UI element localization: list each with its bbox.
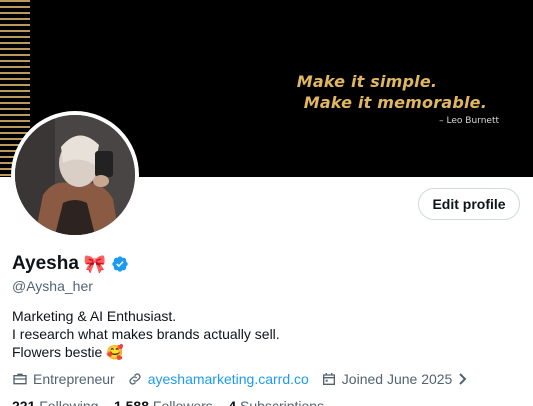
profile-bio: Marketing & AI Enthusiast. I research wh… [12,307,280,361]
followers-count: 1,588 [113,398,149,406]
avatar[interactable] [11,111,139,239]
profile-joined-label: Joined June 2025 [341,371,453,387]
profile-page: Make it simple. Make it memorable. – Leo… [0,0,533,406]
profile-meta: Entrepreneur ayeshamarketing.carrd.co Jo… [12,371,485,387]
chevron-right-icon [459,373,467,385]
profile-website[interactable]: ayeshamarketing.carrd.co [127,371,309,387]
profile-name: Ayesha [12,253,79,274]
bio-line: Flowers bestie 🥰 [12,344,124,360]
banner-quote-line1: Make it simple. [296,72,438,91]
banner-quote: Make it simple. Make it memorable. [297,72,487,112]
profile-name-row: Ayesha 🎀 [12,253,129,275]
profile-website-link[interactable]: ayeshamarketing.carrd.co [148,371,309,387]
briefcase-icon [13,373,27,385]
profile-category: Entrepreneur [12,371,115,387]
banner-quote-line2: Make it memorable. [303,93,487,112]
subscriptions-count: 4 [228,398,237,406]
subscriptions-label: Subscriptions [240,398,325,406]
followers-link[interactable]: 1,588 Followers [114,398,213,406]
edit-profile-button[interactable]: Edit profile [418,188,520,220]
profile-joined[interactable]: Joined June 2025 [321,371,474,387]
profile-stats: 221 Following 1,588 Followers 4 Subscrip… [12,398,324,406]
link-icon [129,373,141,385]
following-count: 221 [12,398,36,406]
subscriptions-link[interactable]: 4 Subscriptions [228,398,324,406]
bio-line: I research what makes brands actually se… [12,326,280,342]
avatar-photo-illustration [15,115,135,235]
following-link[interactable]: 221 Following [12,398,98,406]
calendar-icon [322,373,335,385]
verified-badge-icon[interactable] [111,255,129,273]
profile-category-label: Entrepreneur [33,371,115,387]
following-label: Following [39,398,99,406]
banner-quote-author: – Leo Burnett [439,116,499,126]
bio-line: Marketing & AI Enthusiast. [12,308,177,324]
name-emoji: 🎀 [83,254,107,274]
followers-label: Followers [152,398,213,406]
profile-handle: @Aysha_her [12,278,93,294]
avatar-photo [15,115,135,235]
